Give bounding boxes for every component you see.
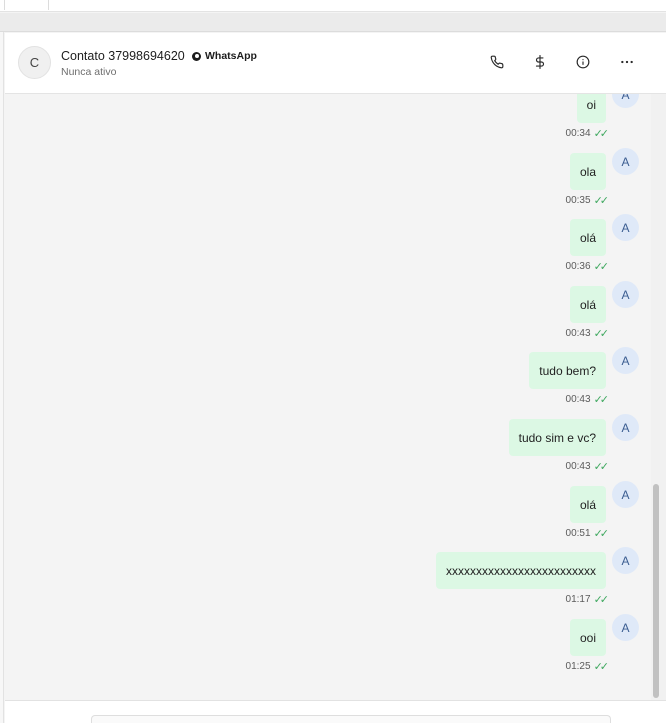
message-bubble[interactable]: xxxxxxxxxxxxxxxxxxxxxxxxx: [436, 552, 606, 589]
message-time: 00:34: [565, 128, 591, 139]
message-meta: 00:34 ✓✓: [565, 127, 610, 140]
top-bar-divider: [48, 0, 49, 10]
sender-avatar[interactable]: A: [612, 614, 639, 641]
more-icon: [621, 60, 633, 64]
call-button[interactable]: [486, 51, 508, 73]
payment-button[interactable]: [529, 51, 551, 73]
message-time: 00:35: [565, 195, 591, 206]
message-bubble[interactable]: tudo bem?: [529, 352, 606, 389]
sender-avatar[interactable]: A: [612, 547, 639, 574]
channel-label: WhatsApp: [205, 50, 257, 62]
contact-status: Nunca ativo: [61, 66, 117, 78]
message-bubble[interactable]: tudo sim e vc?: [508, 419, 606, 456]
message-bubble[interactable]: olá: [569, 219, 606, 256]
message-meta: 00:51 ✓✓: [565, 527, 610, 540]
contact-avatar[interactable]: C: [18, 46, 51, 79]
message-meta: 00:36 ✓✓: [565, 260, 610, 273]
dollar-icon: [535, 55, 545, 69]
sender-avatar[interactable]: A: [612, 347, 639, 374]
message-meta: 00:43 ✓✓: [565, 393, 610, 406]
read-receipt-icon: ✓✓: [593, 461, 610, 473]
message-time: 01:25: [565, 661, 591, 672]
read-receipt-icon: ✓✓: [593, 261, 610, 273]
more-button[interactable]: [616, 51, 638, 73]
message-item: ooi 01:25 ✓✓ A: [5, 614, 651, 681]
top-bar: [0, 0, 666, 12]
read-receipt-icon: ✓✓: [593, 594, 610, 606]
message-bubble[interactable]: olá: [569, 286, 606, 323]
sender-avatar[interactable]: A: [612, 148, 639, 175]
message-list[interactable]: oi 00:34 ✓✓ Aola 00:35 ✓✓ Aolá 00:36 ✓✓ Aolá 00:43…: [5, 94, 651, 700]
left-panel-edge: [0, 32, 4, 723]
message-item: oi 00:34 ✓✓ A: [5, 94, 651, 148]
message-bubble[interactable]: olá: [569, 486, 606, 523]
message-time: 00:43: [565, 328, 591, 339]
read-receipt-icon: ✓✓: [593, 195, 610, 207]
message-bubble[interactable]: oi: [576, 94, 606, 123]
message-time: 00:51: [565, 528, 591, 539]
read-receipt-icon: ✓✓: [593, 528, 610, 540]
message-time: 00:43: [565, 461, 591, 472]
contact-name[interactable]: Contato 37998694620: [61, 49, 185, 63]
message-input[interactable]: [91, 715, 611, 723]
message-time: 00:43: [565, 394, 591, 405]
message-meta: 01:25 ✓✓: [565, 660, 610, 673]
phone-icon: [490, 55, 504, 69]
message-bubble[interactable]: ooi: [569, 619, 606, 656]
message-item: xxxxxxxxxxxxxxxxxxxxxxxxx 01:17 ✓✓ A: [5, 547, 651, 614]
channel-badge: WhatsApp: [192, 50, 257, 62]
sender-avatar[interactable]: A: [612, 94, 639, 108]
message-bubble[interactable]: ola: [569, 153, 606, 190]
message-item: ola 00:35 ✓✓ A: [5, 148, 651, 215]
sender-avatar[interactable]: A: [612, 414, 639, 441]
scrollbar-thumb[interactable]: [653, 484, 659, 698]
info-button[interactable]: [572, 51, 594, 73]
message-item: olá 00:36 ✓✓ A: [5, 214, 651, 281]
message-item: tudo bem? 00:43 ✓✓ A: [5, 347, 651, 414]
message-item: tudo sim e vc? 00:43 ✓✓ A: [5, 414, 651, 481]
message-time: 01:17: [565, 594, 591, 605]
toolbar-band: [0, 13, 666, 32]
read-receipt-icon: ✓✓: [593, 661, 610, 673]
message-meta: 01:17 ✓✓: [565, 593, 610, 606]
sender-avatar[interactable]: A: [612, 281, 639, 308]
read-receipt-icon: ✓✓: [593, 328, 610, 340]
conversation-header: C Contato 37998694620 WhatsApp Nunca ati…: [5, 33, 666, 94]
top-bar-divider: [4, 0, 5, 10]
info-icon: [576, 55, 590, 69]
composer-area: [5, 700, 666, 723]
message-meta: 00:35 ✓✓: [565, 194, 610, 207]
message-item: olá 00:51 ✓✓ A: [5, 481, 651, 548]
message-meta: 00:43 ✓✓: [565, 460, 610, 473]
message-item: olá 00:43 ✓✓ A: [5, 281, 651, 348]
message-time: 00:36: [565, 261, 591, 272]
message-meta: 00:43 ✓✓: [565, 327, 610, 340]
read-receipt-icon: ✓✓: [593, 128, 610, 140]
sender-avatar[interactable]: A: [612, 481, 639, 508]
sender-avatar[interactable]: A: [612, 214, 639, 241]
read-receipt-icon: ✓✓: [593, 394, 610, 406]
whatsapp-icon: [192, 51, 201, 61]
